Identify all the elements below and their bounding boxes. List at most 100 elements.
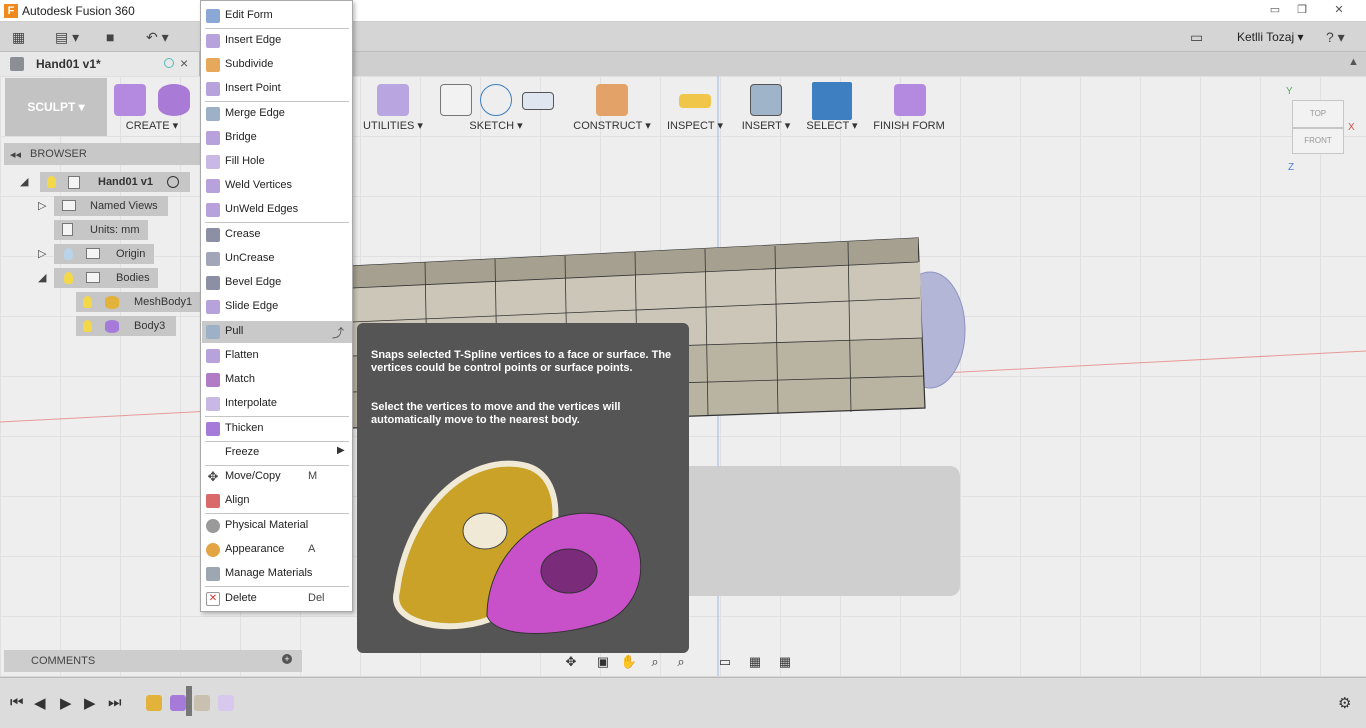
utilities-menu[interactable]: UTILITIES ▾ [360,78,426,136]
viewports-icon[interactable]: ▦ [776,653,794,671]
tree-item-body3[interactable]: Body3 [76,316,176,336]
display-settings-icon[interactable]: ▭ [716,653,734,671]
grid-settings-icon[interactable]: ▦ [746,653,764,671]
menu-item-bridge[interactable]: Bridge [202,127,352,149]
visibility-bulb-off-icon[interactable] [64,248,73,260]
menu-divider [205,222,349,223]
minimize-button[interactable]: ▭ [1262,2,1288,18]
go-to-start-icon[interactable]: ⏮ [10,694,24,711]
close-window-button[interactable]: ✕ [1326,2,1352,18]
pull-icon [206,325,220,339]
menu-item-unweld-edges[interactable]: UnWeld Edges [202,199,352,221]
timeline-marker[interactable] [186,686,192,716]
viewcube-top-face[interactable]: TOP [1292,100,1344,128]
menu-item-edit-form[interactable]: Edit Form [202,5,352,27]
viewcube-front-face[interactable]: FRONT [1292,128,1344,154]
menu-item-insert-edge[interactable]: Insert Edge [202,30,352,52]
tree-item-origin[interactable]: Origin [54,244,154,264]
user-account-menu[interactable]: Ketlli Tozaj ▾ [1237,30,1304,44]
menu-item-pull[interactable]: Pull ⤴ [202,321,352,343]
expand-origin-icon[interactable]: ▷ [38,247,46,260]
expand-named-views-icon[interactable]: ▷ [38,199,46,212]
tspline-body-icon [105,320,119,333]
fit-icon[interactable]: ⌕ [672,653,690,671]
menu-item-subdivide[interactable]: Subdivide [202,54,352,76]
menu-item-freeze[interactable]: Freeze ▶ [202,442,352,464]
manage-materials-icon [206,567,220,581]
zoom-icon[interactable]: ⌕ [646,653,664,671]
browser-panel-header[interactable]: ◂◂ BROWSER [4,143,200,165]
activate-component-icon[interactable] [167,176,179,188]
menu-item-flatten[interactable]: Flatten [202,345,352,367]
pin-command-icon[interactable]: ⤴ [332,324,344,341]
close-tab-icon[interactable]: × [180,55,188,71]
menu-item-match[interactable]: Match [202,369,352,391]
tree-item-bodies[interactable]: Bodies [54,268,158,288]
add-comment-icon[interactable]: + [282,654,292,664]
menu-item-align[interactable]: Align [202,490,352,512]
grid-menu-icon[interactable]: ▦ [12,28,25,46]
restore-button[interactable]: ❐ [1289,2,1315,18]
go-to-end-icon[interactable]: ⏭ [108,694,122,711]
select-menu[interactable]: SELECT ▾ [804,78,860,136]
step-back-icon[interactable]: ◀ [34,694,46,712]
tree-item-meshbody1[interactable]: MeshBody1 [76,292,200,312]
thicken-icon [206,422,220,436]
visibility-bulb-icon[interactable] [47,176,56,188]
component-icon [68,176,80,189]
file-menu-icon[interactable]: ▤ ▾ [55,28,79,46]
collapse-root-icon[interactable]: ◢ [20,175,28,188]
scroll-up-icon[interactable]: ▲ [1348,56,1359,68]
construct-menu[interactable]: CONSTRUCT ▾ [570,78,654,136]
timeline-suppressed-feature[interactable] [218,695,234,711]
timeline-mesh-feature[interactable] [146,695,162,711]
timeline-settings-gear-icon[interactable]: ⚙ [1338,694,1351,712]
menu-item-insert-point[interactable]: Insert Point [202,78,352,100]
timeline-sketch-feature[interactable] [194,695,210,711]
orbit-icon[interactable]: ✥ [562,653,580,671]
visibility-bulb-icon[interactable] [83,320,92,332]
menu-item-physical-material[interactable]: Physical Material [202,515,352,537]
menu-item-slide-edge[interactable]: Slide Edge [202,296,352,318]
visibility-bulb-icon[interactable] [64,272,73,284]
visibility-bulb-icon[interactable] [83,296,92,308]
tree-item-named-views[interactable]: Named Views [54,196,168,216]
menu-item-thicken[interactable]: Thicken [202,418,352,440]
menu-item-manage-materials[interactable]: Manage Materials [202,563,352,585]
workspace-switcher[interactable]: SCULPT ▾ [5,78,107,136]
menu-item-bevel-edge[interactable]: Bevel Edge [202,272,352,294]
menu-item-fill-hole[interactable]: Fill Hole [202,151,352,173]
sketch-menu[interactable]: SKETCH ▾ [436,78,556,136]
timeline-form-feature[interactable] [170,695,186,711]
match-icon [206,373,220,387]
comment-icon[interactable]: ▭ [1190,28,1203,46]
menu-item-weld-vertices[interactable]: Weld Vertices [202,175,352,197]
menu-item-crease[interactable]: Crease [202,224,352,246]
comments-panel[interactable]: COMMENTS + [4,650,302,672]
menu-item-move-copy[interactable]: ✥ Move/Copy M [202,466,352,488]
create-menu[interactable]: CREATE ▾ [110,78,194,136]
z-axis-label: Z [1288,162,1295,173]
look-at-icon[interactable]: ▣ [594,653,612,671]
menu-item-appearance[interactable]: Appearance A [202,539,352,561]
save-icon[interactable]: ■ [106,28,114,46]
sculpt-context-menu: Edit Form Insert Edge Subdivide Insert P… [200,0,353,612]
collapse-browser-icon[interactable]: ◂◂ [10,148,21,161]
menu-item-uncrease[interactable]: UnCrease [202,248,352,270]
inspect-menu[interactable]: INSPECT ▾ [664,78,726,136]
undo-icon[interactable]: ↶ ▾ [146,28,169,46]
document-tab[interactable]: Hand01 v1* × [0,52,200,76]
collapse-bodies-icon[interactable]: ◢ [38,271,46,284]
step-forward-icon[interactable]: ▶ [60,694,72,712]
menu-item-delete[interactable]: ✕ Delete Del [202,588,352,610]
help-icon[interactable]: ? ▾ [1326,28,1345,46]
finish-form-button[interactable]: FINISH FORM [870,78,948,136]
play-icon[interactable]: ▶ [84,694,96,712]
menu-item-interpolate[interactable]: Interpolate [202,393,352,415]
tree-item-units[interactable]: Units: mm [54,220,148,240]
viewcube[interactable]: Y TOP FRONT X Z [1284,86,1364,176]
insert-menu[interactable]: INSERT ▾ [738,78,794,136]
menu-item-merge-edge[interactable]: Merge Edge [202,103,352,125]
bevel-edge-icon [206,276,220,290]
pan-icon[interactable]: ✋ [620,653,638,671]
